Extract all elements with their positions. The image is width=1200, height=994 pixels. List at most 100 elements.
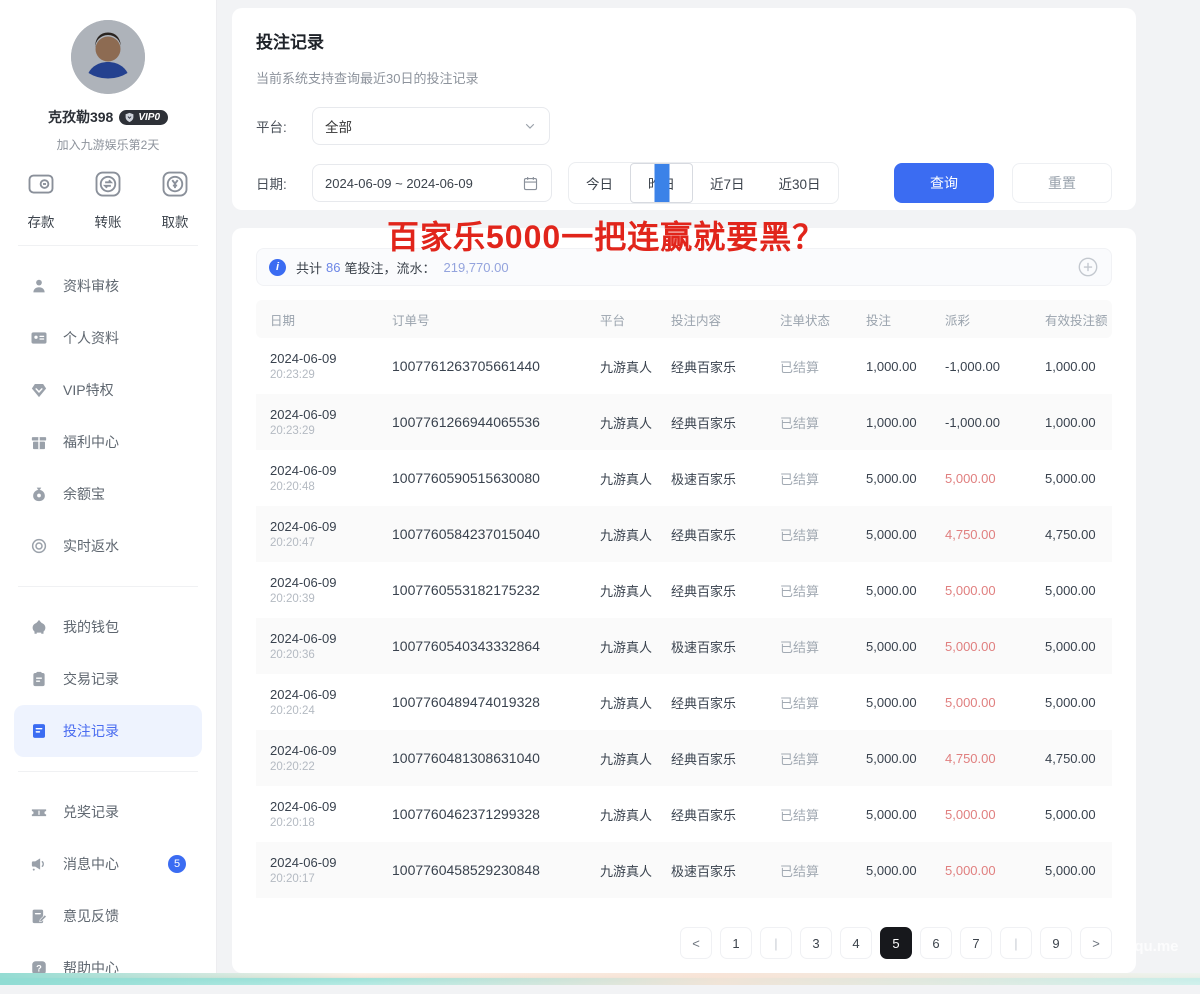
page-9[interactable]: 9 (1040, 927, 1072, 959)
reset-button[interactable]: 重置 (1012, 163, 1112, 203)
quick-action-transfer[interactable]: 转账 (93, 169, 123, 231)
page-7[interactable]: 7 (960, 927, 992, 959)
page-gap[interactable]: | (1000, 927, 1032, 959)
valid-bet-amount: 5,000.00 (1045, 695, 1112, 710)
bet-date: 2024-06-09 (270, 799, 392, 814)
bet-content: 经典百家乐 (671, 581, 780, 600)
sidebar-menu: 资料审核 个人资料 VIP特权 福利中心 余额宝 实时返水 我的钱包 交易记录 (0, 245, 216, 994)
audit-person-icon (30, 277, 48, 295)
prev-page[interactable]: < (680, 927, 712, 959)
payout-amount: -1,000.00 (945, 415, 1045, 430)
range-yesterday[interactable]: 昨日 (630, 163, 693, 203)
date-range-input[interactable]: 2024-06-09 ~ 2024-06-09 (312, 164, 552, 202)
payout-amount: 4,750.00 (945, 751, 1045, 766)
page-1[interactable]: 1 (720, 927, 752, 959)
plus-circle-icon[interactable] (1077, 256, 1099, 278)
bet-content: 经典百家乐 (671, 413, 780, 432)
payout-amount: 4,750.00 (945, 527, 1045, 542)
table-row: 2024-06-0920:20:47 1007760584237015040 九… (256, 506, 1112, 562)
platform: 九游真人 (600, 861, 671, 880)
valid-bet-amount: 1,000.00 (1045, 359, 1112, 374)
bet-amount: 5,000.00 (866, 527, 945, 542)
page-6[interactable]: 6 (920, 927, 952, 959)
sidebar-item-feedback[interactable]: 意见反馈 (14, 890, 202, 942)
feedback-edit-icon (30, 907, 48, 925)
avatar[interactable] (71, 20, 145, 94)
search-button[interactable]: 查询 (894, 163, 994, 203)
platform: 九游真人 (600, 581, 671, 600)
page-5[interactable]: 5 (880, 927, 912, 959)
order-number: 1007760540343332864 (392, 638, 600, 654)
sidebar-item-prize-records[interactable]: 兑奖记录 (14, 786, 202, 838)
transfer-icon (93, 169, 123, 204)
next-page[interactable]: > (1080, 927, 1112, 959)
column-header: 日期 (270, 310, 392, 329)
order-number: 1007760462371299328 (392, 806, 600, 822)
platform-select[interactable]: 全部 (312, 107, 550, 145)
sidebar-item-rebate[interactable]: 实时返水 (14, 520, 202, 572)
payout-amount: 5,000.00 (945, 583, 1045, 598)
valid-bet-amount: 5,000.00 (1045, 639, 1112, 654)
sidebar-item-bet-records[interactable]: 投注记录 (14, 705, 202, 757)
sidebar-item-wallet[interactable]: 我的钱包 (14, 601, 202, 653)
sidebar-item-vip[interactable]: VIP特权 (14, 364, 202, 416)
bet-status: 已结算 (780, 805, 866, 824)
order-number: 1007760553182175232 (392, 582, 600, 598)
platform-label: 平台: (256, 116, 300, 136)
bet-amount: 5,000.00 (866, 863, 945, 878)
range-last30[interactable]: 近30日 (762, 163, 838, 203)
bet-content: 经典百家乐 (671, 525, 780, 544)
column-header: 平台 (600, 310, 671, 329)
piggy-bank-icon (30, 618, 48, 636)
bet-amount: 5,000.00 (866, 807, 945, 822)
table-row: 2024-06-09 20:20:36 1007760540343332864 九… (256, 618, 1112, 674)
payout-amount: -1,000.00 (945, 359, 1045, 374)
date-range-value: 2024-06-09 ~ 2024-06-09 (325, 176, 473, 191)
bet-time: 20:20:36 (270, 649, 392, 661)
platform: 九游真人 (600, 749, 671, 768)
page-3[interactable]: 3 (800, 927, 832, 959)
column-header: 派彩 (945, 310, 1045, 329)
range-today[interactable]: 今日 (569, 163, 630, 203)
sidebar-item-messages[interactable]: 消息中心 5 (14, 838, 202, 890)
page-gap[interactable]: | (760, 927, 792, 959)
table-row: 2024-06-0920:20:17 1007760458529230848 九… (256, 842, 1112, 898)
bet-content: 经典百家乐 (671, 693, 780, 712)
valid-bet-amount: 5,000.00 (1045, 471, 1112, 486)
sidebar-item-welfare[interactable]: 福利中心 (14, 416, 202, 468)
bet-date: 2024-06-09 (270, 463, 392, 478)
payout-amount: 5,000.00 (945, 863, 1045, 878)
sidebar-item-transactions[interactable]: 交易记录 (14, 653, 202, 705)
table-body: 2024-06-0920:23:29 1007761263705661440 九… (256, 338, 1112, 898)
menu-divider (18, 586, 198, 587)
sidebar-item-audit[interactable]: 资料审核 (14, 260, 202, 312)
sidebar: 克孜勒398 VIP0 加入九游娱乐第2天 存款 转账 取款 资料审核 个人资料… (0, 0, 217, 973)
summary-middle: 笔投注，流水： (344, 258, 435, 277)
summary-bar: i 共计 86 笔投注，流水： 219,770.00 (256, 248, 1112, 286)
table-row: 2024-06-0920:20:48 1007760590515630080 九… (256, 450, 1112, 506)
bet-date: 2024-06-09 (270, 631, 392, 646)
username: 克孜勒398 (48, 107, 113, 127)
bet-table: 日期订单号平台投注内容注单状态投注派彩有效投注额 2024-06-0920:23… (256, 300, 1112, 898)
info-icon: i (269, 259, 286, 276)
quick-actions: 存款 转账 取款 (0, 153, 216, 231)
bet-date: 2024-06-09 (270, 855, 392, 870)
bet-time: 20:20:18 (270, 817, 392, 829)
bet-time: 20:20:39 (270, 593, 392, 605)
bet-content: 经典百家乐 (671, 805, 780, 824)
bet-date: 2024-06-09 (270, 351, 392, 366)
sidebar-item-yuebao[interactable]: 余额宝 (14, 468, 202, 520)
sidebar-item-help[interactable]: ? 帮助中心 (14, 942, 202, 994)
bet-content: 极速百家乐 (671, 861, 780, 880)
page-4[interactable]: 4 (840, 927, 872, 959)
range-last7[interactable]: 近7日 (693, 163, 762, 203)
sidebar-item-profile[interactable]: 个人资料 (14, 312, 202, 364)
date-label: 日期: (256, 173, 300, 193)
bet-amount: 5,000.00 (866, 583, 945, 598)
platform: 九游真人 (600, 637, 671, 656)
quick-action-withdraw[interactable]: 取款 (160, 169, 190, 231)
quick-action-deposit[interactable]: 存款 (26, 169, 56, 231)
order-number: 1007760481308631040 (392, 750, 600, 766)
id-card-icon (30, 329, 48, 347)
bet-time: 20:23:29 (270, 369, 392, 381)
